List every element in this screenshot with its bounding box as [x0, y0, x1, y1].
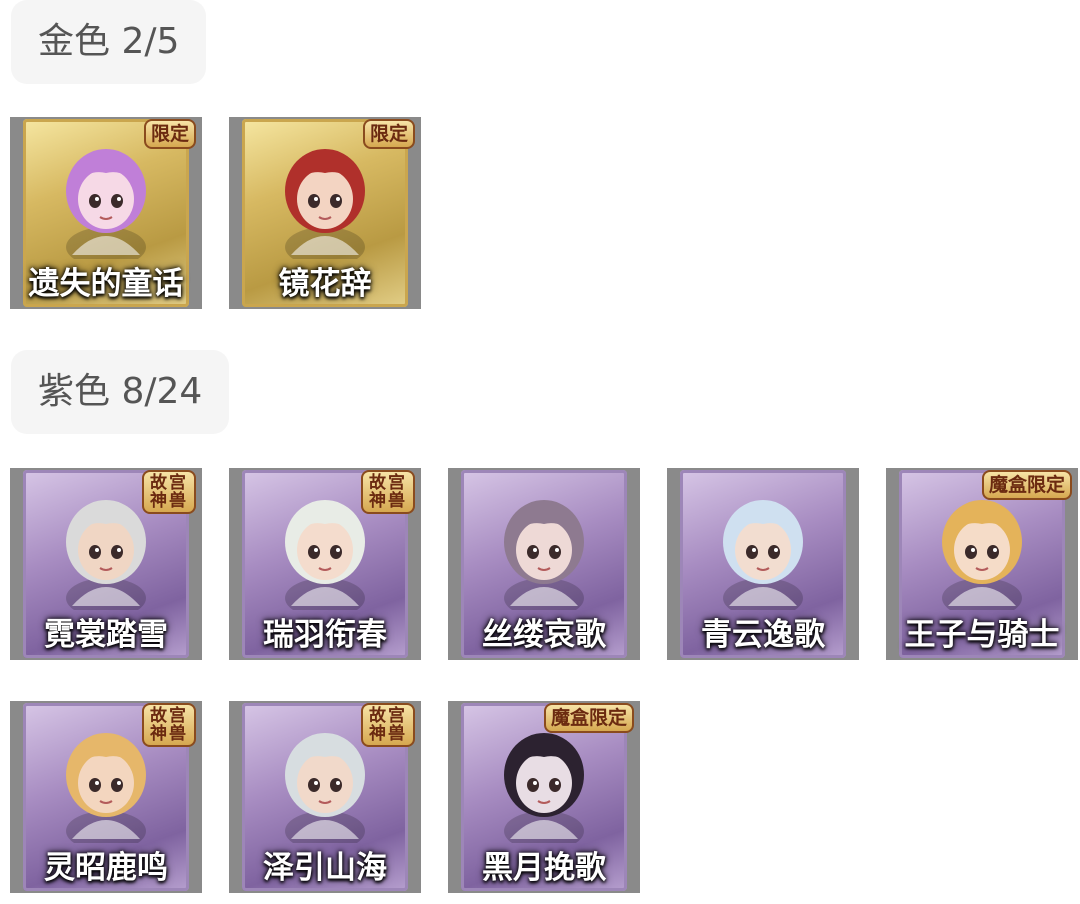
- purple-section-header: 紫色 8/24: [11, 350, 230, 434]
- skin-name-label: 镜花辞: [278, 266, 372, 302]
- skin-name-label: 王子与骑士: [904, 617, 1060, 653]
- limited-badge: 魔盒限定: [981, 470, 1072, 500]
- skin-name-label: 遗失的童话: [28, 266, 184, 302]
- skin-card[interactable]: 故宫神兽泽引山海: [229, 701, 421, 893]
- limited-badge: 限定: [362, 119, 415, 149]
- skin-card[interactable]: 限定镜花辞: [229, 117, 421, 309]
- limited-badge: 故宫神兽: [142, 470, 196, 514]
- skin-name-label: 黑月挽歌: [482, 850, 606, 886]
- skin-card[interactable]: 丝缕哀歌: [448, 468, 640, 660]
- limited-badge: 故宫神兽: [142, 703, 196, 747]
- skin-card[interactable]: 故宫神兽霓裳踏雪: [10, 468, 202, 660]
- skin-card[interactable]: 故宫神兽瑞羽衔春: [229, 468, 421, 660]
- skin-name-label: 丝缕哀歌: [482, 617, 606, 653]
- limited-badge: 故宫神兽: [361, 470, 415, 514]
- skin-name-label: 泽引山海: [263, 850, 387, 886]
- skin-name-label: 灵昭鹿鸣: [44, 850, 168, 886]
- character-portrait: [942, 500, 1022, 610]
- skin-card[interactable]: 魔盒限定王子与骑士: [886, 468, 1078, 660]
- skin-card[interactable]: 限定遗失的童话: [10, 117, 202, 309]
- character-portrait: [66, 149, 146, 259]
- character-portrait: [285, 149, 365, 259]
- character-portrait: [504, 500, 584, 610]
- gold-section-header: 金色 2/5: [11, 0, 207, 84]
- skin-card[interactable]: 青云逸歌: [667, 468, 859, 660]
- character-portrait: [504, 733, 584, 843]
- skin-card[interactable]: 故宫神兽灵昭鹿鸣: [10, 701, 202, 893]
- skin-name-label: 青云逸歌: [701, 617, 825, 653]
- limited-badge: 限定: [143, 119, 196, 149]
- limited-badge: 魔盒限定: [543, 703, 634, 733]
- skin-name-label: 瑞羽衔春: [263, 617, 387, 653]
- limited-badge: 故宫神兽: [361, 703, 415, 747]
- skin-card[interactable]: 魔盒限定黑月挽歌: [448, 701, 640, 893]
- character-portrait: [723, 500, 803, 610]
- skin-name-label: 霓裳踏雪: [44, 617, 168, 653]
